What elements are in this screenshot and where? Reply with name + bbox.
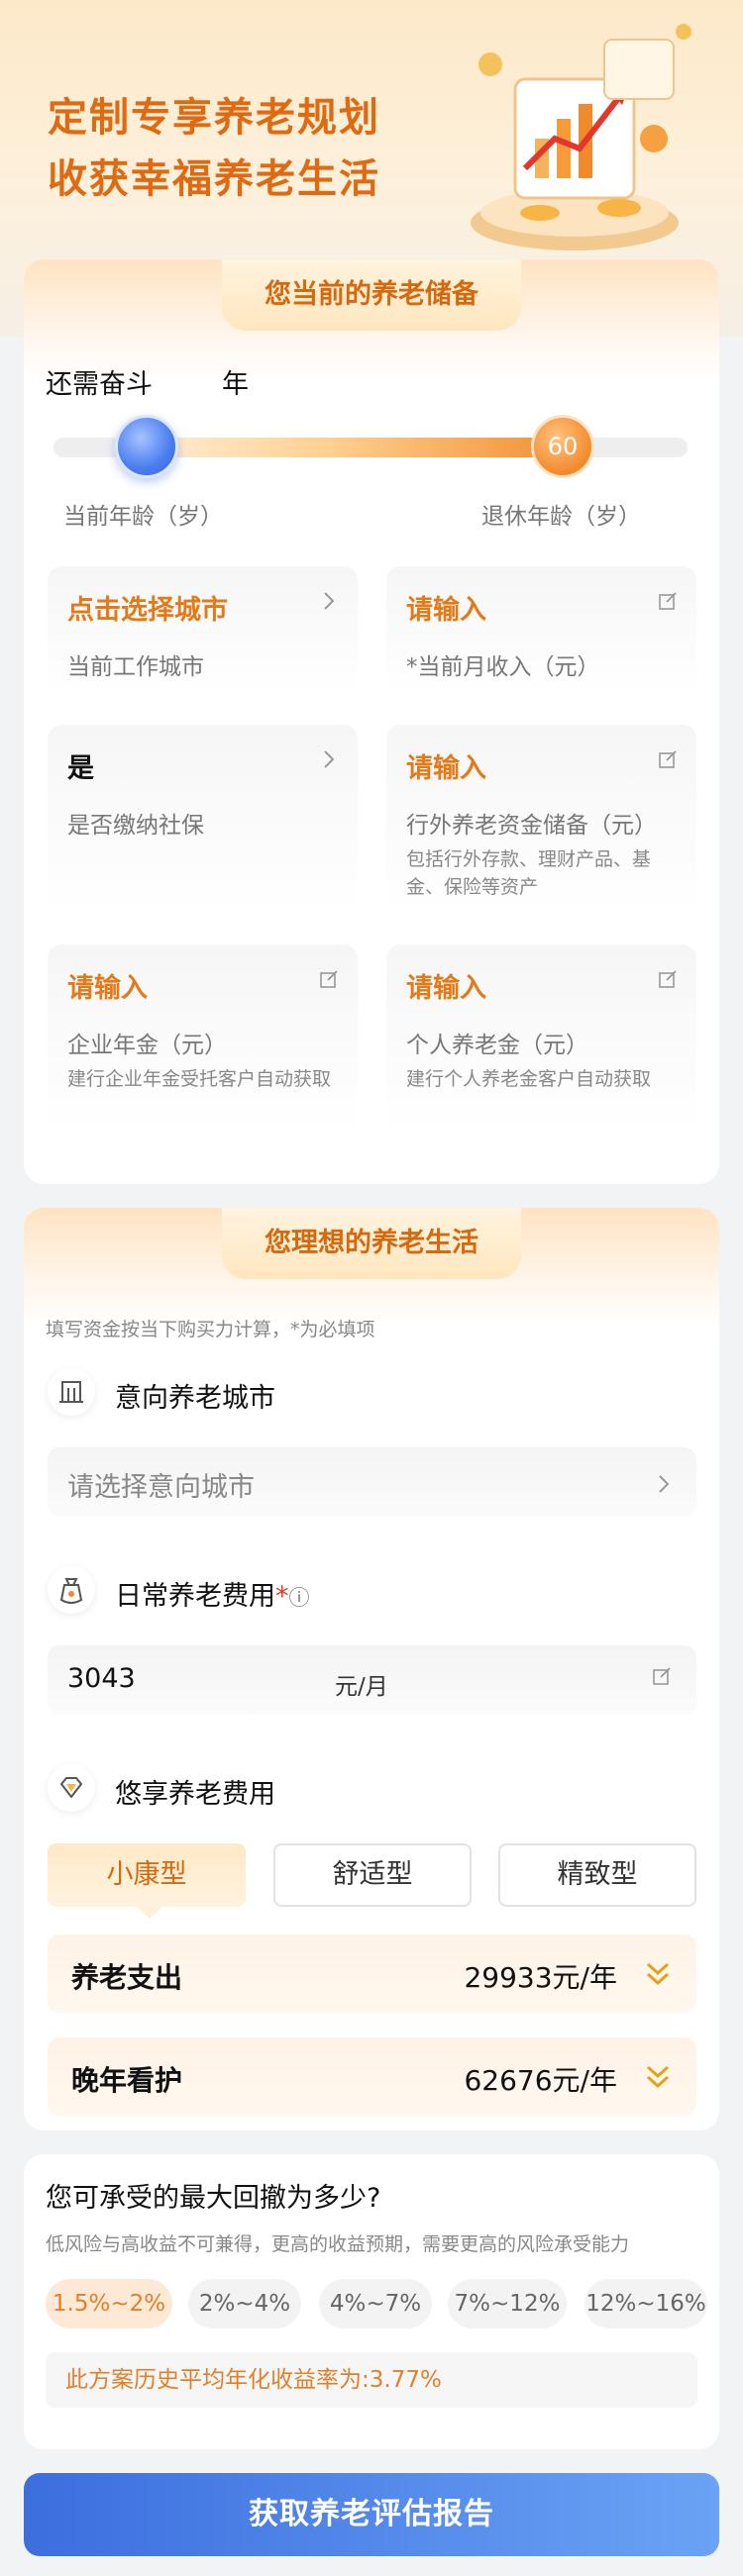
double-chevron-down-icon — [646, 1962, 670, 1986]
intended-city-placeholder: 请选择意向城市 — [67, 1472, 255, 1503]
enterprise-annuity-value: 请输入 — [67, 973, 148, 1004]
tile-enterprise-annuity[interactable]: 请输入 企业年金（元） 建行企业年金受托客户自动获取 — [48, 944, 358, 1133]
enterprise-annuity-label: 企业年金（元） — [67, 1033, 227, 1058]
level-segment: 小康型 舒适型 精致型 — [48, 1843, 696, 1923]
risk-title: 您可承受的最大回撤为多少? — [46, 2183, 381, 2214]
personal-pension-label: 个人养老金（元） — [406, 1033, 588, 1058]
daily-cost-value: 3043 — [67, 1663, 136, 1694]
current-age-label: 当前年龄（岁） — [63, 504, 223, 530]
personal-pension-value: 请输入 — [406, 973, 486, 1004]
cost-row-expense[interactable]: 养老支出 29933元/年 — [48, 1934, 696, 2014]
fill-note: 填写资金按当下购买力计算，*为必填项 — [46, 1319, 375, 1340]
monthly-income-label: *当前月收入（元） — [406, 654, 600, 680]
expense-value: 29933元/年 — [464, 1961, 617, 1994]
tile-monthly-income[interactable]: 请输入 *当前月收入（元） — [386, 566, 696, 695]
social-security-value: 是 — [67, 753, 94, 784]
risk-option-2[interactable]: 2%~4% — [188, 2279, 301, 2328]
double-chevron-down-icon — [646, 2065, 670, 2089]
chevron-right-icon — [324, 592, 335, 610]
external-savings-value: 请输入 — [406, 753, 486, 784]
section-title-current: 您当前的养老储备 — [222, 259, 521, 331]
risk-option-4[interactable]: 7%~12% — [448, 2279, 567, 2328]
years-suffix: 年 — [222, 369, 249, 400]
intended-city-title: 意向养老城市 — [115, 1383, 275, 1414]
chevron-right-icon — [324, 750, 335, 768]
age-slider-fill — [123, 438, 588, 457]
risk-option-1[interactable]: 1.5%~2% — [46, 2279, 172, 2328]
hero-title-line1: 定制专享养老规划 — [48, 95, 380, 141]
building-icon — [59, 1381, 83, 1403]
info-icon[interactable]: ⓘ — [289, 1586, 310, 1610]
enjoy-cost-title: 悠享养老费用 — [115, 1779, 275, 1810]
daily-cost-title: 日常养老费用*ⓘ — [115, 1574, 310, 1613]
edit-icon — [320, 970, 338, 988]
cost-row-care[interactable]: 晚年看护 62676元/年 — [48, 2037, 696, 2117]
current-reserve-card: 您当前的养老储备 还需奋斗 年 60 当前年龄（岁） 退休年龄（岁） 点击选择城市… — [24, 259, 719, 1184]
edit-icon — [659, 970, 677, 988]
retire-age-label: 退休年龄（岁） — [481, 504, 641, 530]
risk-subtitle: 低风险与高收益不可兼得，更高的收益预期，需要更高的风险承受能力 — [46, 2233, 630, 2255]
risk-option-3[interactable]: 4%~7% — [319, 2279, 432, 2328]
current-age-handle[interactable] — [115, 415, 178, 478]
enterprise-annuity-hint: 建行企业年金受托客户自动获取 — [67, 1068, 332, 1090]
years-to-work: 还需奋斗 年 — [46, 362, 249, 401]
care-value: 62676元/年 — [464, 2064, 617, 2097]
monthly-income-value: 请输入 — [406, 595, 486, 626]
work-city-label: 当前工作城市 — [67, 654, 204, 680]
risk-card: 您可承受的最大回撤为多少? 低风险与高收益不可兼得，更高的收益预期，需要更高的风… — [24, 2154, 719, 2449]
retirement-illustration — [471, 24, 691, 250]
retire-age-handle[interactable]: 60 — [531, 415, 594, 478]
tile-personal-pension[interactable]: 请输入 个人养老金（元） 建行个人养老金客户自动获取 — [386, 944, 696, 1133]
hero-title-line2: 收获幸福养老生活 — [48, 156, 380, 202]
external-savings-hint: 包括行外存款、理财产品、基金、保险等资产 — [406, 848, 652, 898]
care-label: 晚年看护 — [71, 2064, 183, 2097]
level-tab-refined[interactable]: 精致型 — [498, 1843, 696, 1907]
daily-cost-input[interactable]: 3043 元/月 — [48, 1645, 696, 1715]
tile-work-city[interactable]: 点击选择城市 当前工作城市 — [48, 566, 358, 695]
external-savings-label: 行外养老资金储备（元） — [406, 813, 657, 839]
level-tab-comfort[interactable]: 舒适型 — [273, 1843, 472, 1907]
expense-label: 养老支出 — [71, 1961, 183, 1994]
annual-return-info: 此方案历史平均年化收益率为:3.77% — [46, 2352, 697, 2408]
social-security-label: 是否缴纳社保 — [67, 813, 204, 839]
money-bag-icon — [59, 1578, 83, 1604]
personal-pension-hint: 建行个人养老金客户自动获取 — [406, 1068, 652, 1090]
tile-social-security[interactable]: 是 是否缴纳社保 — [48, 725, 358, 913]
risk-option-5[interactable]: 12%~16% — [584, 2279, 707, 2328]
daily-cost-title-text: 日常养老费用 — [115, 1581, 275, 1612]
required-mark: * — [275, 1581, 289, 1612]
get-report-button[interactable]: 获取养老评估报告 — [24, 2473, 719, 2556]
daily-cost-unit: 元/月 — [335, 1674, 388, 1700]
years-prefix: 还需奋斗 — [46, 369, 153, 400]
section-title-ideal: 您理想的养老生活 — [222, 1208, 521, 1279]
tile-external-savings[interactable]: 请输入 行外养老资金储备（元） 包括行外存款、理财产品、基金、保险等资产 — [386, 725, 696, 913]
chevron-right-icon — [659, 1475, 670, 1493]
work-city-value: 点击选择城市 — [67, 595, 228, 626]
diamond-icon — [59, 1777, 83, 1799]
edit-icon — [653, 1667, 671, 1685]
edit-icon — [659, 750, 677, 768]
ideal-life-card: 您理想的养老生活 填写资金按当下购买力计算，*为必填项 意向养老城市 请选择意向… — [24, 1208, 719, 2130]
intended-city-select[interactable]: 请选择意向城市 — [48, 1447, 696, 1517]
edit-icon — [659, 592, 677, 610]
level-tab-xiaokang[interactable]: 小康型 — [48, 1843, 246, 1907]
